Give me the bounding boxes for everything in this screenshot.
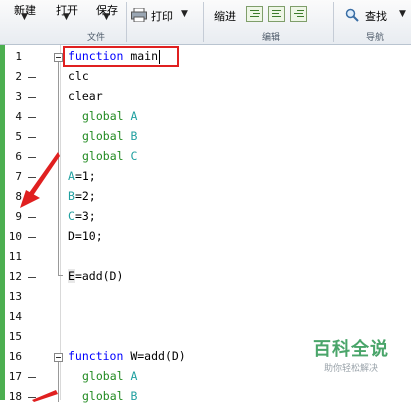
line-number: 16	[8, 350, 22, 363]
new-dropdown-icon[interactable]: ▼	[21, 12, 28, 22]
editor-toolstrip: 新建 ▼ 打开 ▼ 保存 ▼ 打印 ▼ 缩进 查找 ▼ 文件 编辑 导航	[0, 0, 411, 45]
line-number: 18	[8, 390, 22, 403]
global-var-c: C	[130, 149, 138, 163]
breakpoint-marker[interactable]	[28, 377, 36, 378]
code-text: =1;	[74, 169, 96, 183]
print-dropdown-icon[interactable]: ▼	[181, 9, 188, 19]
breakpoint-marker[interactable]	[28, 117, 36, 118]
find-button-label: 查找	[365, 10, 387, 23]
breakpoint-marker[interactable]	[28, 137, 36, 138]
print-button-label: 打印	[151, 10, 173, 23]
keyword-function: function	[68, 349, 124, 363]
red-arrow-icon	[20, 152, 60, 208]
code-line[interactable]: clc	[68, 69, 89, 83]
fold-toggle-icon[interactable]	[54, 353, 63, 362]
code-line[interactable]: global A	[82, 109, 137, 123]
keyword-global: global	[82, 149, 124, 163]
var-b: B	[68, 189, 75, 203]
toolbar-divider	[333, 2, 334, 42]
indent-right-icon[interactable]	[268, 6, 285, 22]
keyword-global: global	[82, 129, 124, 143]
code-text: D=10;	[68, 229, 103, 243]
save-dropdown-icon[interactable]: ▼	[103, 12, 110, 22]
code-line[interactable]: global A	[82, 369, 137, 383]
fold-toggle-icon[interactable]	[54, 53, 63, 62]
editor-side-bar	[0, 45, 5, 400]
line-number: 10	[8, 230, 22, 243]
toolbar-divider	[126, 2, 127, 42]
global-var-a: A	[130, 369, 138, 383]
smart-indent-icon[interactable]	[290, 6, 307, 22]
keyword-global: global	[82, 389, 124, 403]
toolbar-divider	[203, 2, 204, 42]
line-number: 17	[8, 370, 22, 383]
fold-end-marker	[58, 275, 63, 276]
code-line[interactable]: function W=add(D)	[68, 349, 186, 363]
code-line[interactable]: A=1;	[68, 169, 96, 183]
global-var-b: B	[130, 129, 138, 143]
code-line[interactable]: E=add(D)	[68, 269, 123, 283]
code-text: clc	[68, 69, 89, 83]
keyword-global: global	[82, 369, 124, 383]
code-text: =add(D)	[74, 269, 124, 283]
line-number: 4	[15, 110, 22, 123]
breakpoint-marker[interactable]	[28, 217, 36, 218]
code-line[interactable]: C=3;	[68, 209, 96, 223]
line-number: 14	[8, 310, 22, 323]
code-line[interactable]: clear	[68, 89, 103, 103]
code-line[interactable]: B=2;	[68, 189, 96, 203]
edit-group-label: 编辑	[262, 33, 281, 43]
line-number: 1	[15, 50, 22, 63]
code-line[interactable]: global B	[82, 389, 137, 403]
var-a: A	[68, 169, 75, 183]
find-dropdown-icon[interactable]: ▼	[399, 9, 406, 19]
line-number: 12	[8, 270, 22, 283]
global-var-a: A	[130, 109, 138, 123]
new-button[interactable]: 新建 ▼	[14, 2, 36, 22]
code-text: =2;	[74, 189, 96, 203]
line-number: 2	[15, 70, 22, 83]
line-number: 13	[8, 290, 22, 303]
breakpoint-marker[interactable]	[28, 77, 36, 78]
highlight-box	[63, 46, 179, 67]
breakpoint-marker[interactable]	[28, 277, 36, 278]
var-c: C	[68, 209, 75, 223]
breakpoint-marker[interactable]	[28, 97, 36, 98]
nav-group-label: 导航	[366, 33, 385, 43]
search-icon	[345, 8, 359, 22]
indent-label: 缩进	[214, 10, 236, 23]
watermark-subtitle: 助你轻松解决	[323, 364, 378, 374]
code-text: =3;	[74, 209, 96, 223]
code-line[interactable]: global B	[82, 129, 137, 143]
line-number: 5	[15, 130, 22, 143]
indent-left-icon[interactable]	[246, 6, 263, 22]
function-signature: W=add(D)	[130, 349, 186, 363]
code-line[interactable]: D=10;	[68, 229, 103, 243]
line-number: 3	[15, 90, 22, 103]
line-number: 15	[8, 330, 22, 343]
open-dropdown-icon[interactable]: ▼	[63, 12, 70, 22]
open-button[interactable]: 打开 ▼	[56, 2, 78, 22]
printer-icon	[131, 8, 147, 22]
code-text: clear	[68, 89, 103, 103]
line-number: 11	[8, 250, 22, 263]
global-var-b: B	[130, 389, 138, 403]
keyword-global: global	[82, 109, 124, 123]
gutter-divider	[60, 45, 61, 400]
line-number: 9	[15, 210, 22, 223]
save-button[interactable]: 保存 ▼	[96, 2, 118, 22]
var-e: E	[68, 269, 75, 283]
file-group-label: 文件	[87, 33, 106, 43]
code-editor[interactable]: 1 2 3 4 5 6 7 8 9 10 11 12 13 14 15 16 1…	[0, 45, 411, 403]
breakpoint-marker[interactable]	[28, 237, 36, 238]
code-line[interactable]: global C	[82, 149, 137, 163]
watermark-title: 百科全说	[313, 339, 389, 360]
watermark-logo: 百科全说 助你轻松解决	[296, 335, 406, 374]
